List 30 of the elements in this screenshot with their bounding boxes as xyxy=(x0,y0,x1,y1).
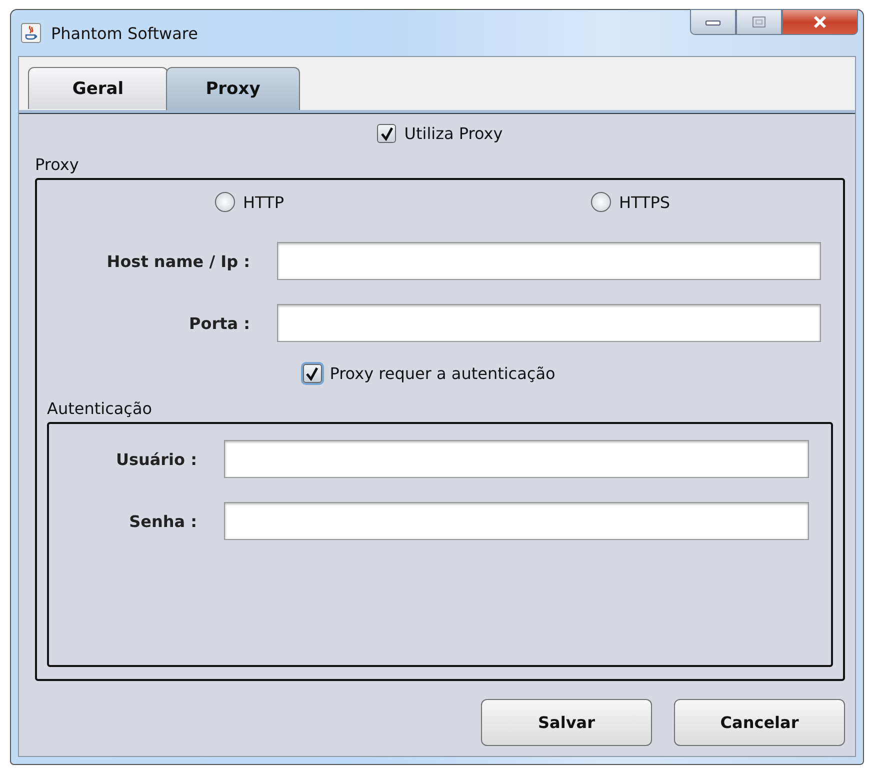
radio-icon[interactable] xyxy=(590,192,611,212)
input-field[interactable] xyxy=(277,304,821,342)
group-title: Proxy xyxy=(35,155,80,174)
use-proxy-checkbox[interactable]: Utiliza Proxy xyxy=(377,124,503,143)
close-icon xyxy=(812,15,828,29)
dialog-button[interactable]: Salvar xyxy=(481,699,652,746)
field-label: Senha : xyxy=(128,512,197,530)
radio-icon[interactable] xyxy=(215,192,236,212)
field-label: Host name / Ip : xyxy=(106,252,250,270)
maximize-button[interactable] xyxy=(736,9,782,35)
input-field[interactable] xyxy=(224,502,809,540)
radio-button[interactable]: HTTPS xyxy=(590,192,670,212)
checkbox-icon[interactable] xyxy=(302,364,322,383)
checkbox-icon[interactable] xyxy=(377,124,396,143)
auth-checkbox[interactable]: Proxy requer a autenticação xyxy=(302,364,556,383)
window-title: Phantom Software xyxy=(51,24,198,42)
input-field[interactable] xyxy=(277,242,821,280)
field-label: Porta : xyxy=(188,314,250,332)
input-field[interactable] xyxy=(224,440,809,478)
maximize-icon xyxy=(752,16,766,28)
group-title: Autenticação xyxy=(47,399,154,418)
tab[interactable]: Geral xyxy=(28,67,168,109)
dialog-button[interactable]: Cancelar xyxy=(674,699,845,746)
close-button[interactable] xyxy=(782,9,858,35)
minimize-button[interactable] xyxy=(690,9,736,35)
cup-icon xyxy=(21,23,41,43)
tab[interactable]: Proxy xyxy=(166,67,300,110)
field-label: Usuário : xyxy=(114,450,197,468)
minimize-icon xyxy=(705,18,721,26)
radio-button[interactable]: HTTP xyxy=(215,192,284,212)
